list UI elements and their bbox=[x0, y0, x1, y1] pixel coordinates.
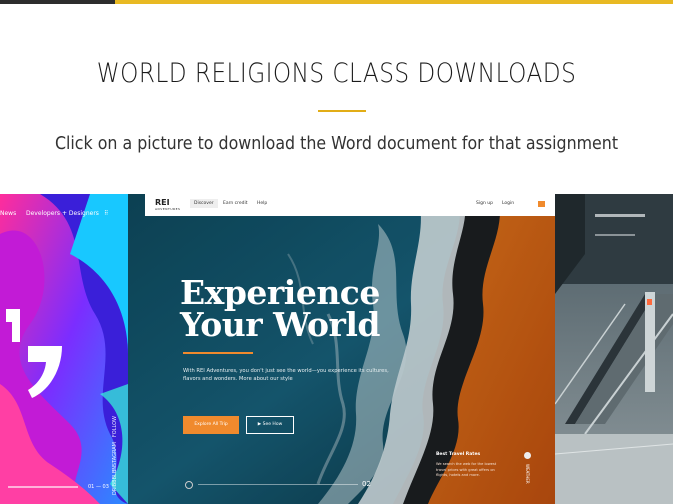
left-page-counter: 01 — 03 bbox=[88, 484, 109, 490]
rates-text: We search the web for the lowest travel … bbox=[436, 462, 497, 478]
hero-title: Experience Your World bbox=[180, 273, 380, 344]
left-vert-dribbble: DRIBBBLE bbox=[112, 470, 118, 496]
rei-logo: REI ADVENTURES bbox=[155, 198, 181, 212]
top-dark-bar bbox=[0, 0, 115, 4]
mid-nav-login: Login bbox=[502, 201, 515, 206]
left-vert-instagram: INSTAGRAM bbox=[112, 442, 118, 472]
gallery-item-colorful-waves[interactable]: News Developers + Designers ⠿ FOLLOW INS… bbox=[0, 194, 128, 504]
grid-icon: ⠿ bbox=[104, 210, 110, 217]
gallery-item-escalator[interactable] bbox=[555, 194, 673, 504]
gallery-item-experience-your-world[interactable]: REI ADVENTURES Discover Earn credit Help… bbox=[128, 194, 555, 504]
mid-nav-help: Help bbox=[257, 201, 268, 206]
explore-trip-button: Explore All Trip bbox=[183, 416, 239, 434]
hero-underline bbox=[183, 352, 253, 354]
mid-card-header: REI ADVENTURES Discover Earn credit Help… bbox=[145, 194, 555, 216]
left-nav-developers: Developers bbox=[26, 210, 60, 217]
download-gallery: News Developers + Designers ⠿ FOLLOW INS… bbox=[0, 194, 673, 504]
left-progress-bar bbox=[8, 486, 78, 488]
left-nav-news: News bbox=[0, 210, 17, 217]
left-vert-follow: FOLLOW bbox=[112, 416, 118, 438]
rates-vertical-label: WEATHER bbox=[525, 464, 530, 484]
mid-nav-discover: Discover bbox=[190, 199, 218, 208]
mid-nav-earn-credit: Earn credit bbox=[223, 201, 248, 206]
weather-icon bbox=[524, 452, 531, 459]
title-underline bbox=[318, 110, 366, 112]
cart-icon bbox=[538, 201, 545, 207]
escalator-photo-image bbox=[555, 194, 673, 504]
left-nav-designers: + Designers bbox=[62, 210, 99, 217]
slide-number: 02 bbox=[362, 480, 371, 488]
coastline-aerial-image bbox=[128, 194, 555, 504]
page-subtitle: Click on a picture to download the Word … bbox=[54, 133, 619, 154]
mid-nav-signup: Sign up bbox=[476, 201, 493, 206]
rates-title: Best Travel Rates bbox=[436, 452, 481, 457]
slider-play-icon bbox=[185, 481, 193, 489]
see-how-button: ▶ See How bbox=[246, 416, 294, 434]
colorful-waves-image bbox=[0, 194, 128, 504]
slider-track bbox=[198, 484, 358, 485]
hero-description: With REI Adventures, you don't just see … bbox=[183, 368, 389, 382]
page-title: WORLD RELIGIONS CLASS DOWNLOADS bbox=[96, 58, 577, 89]
